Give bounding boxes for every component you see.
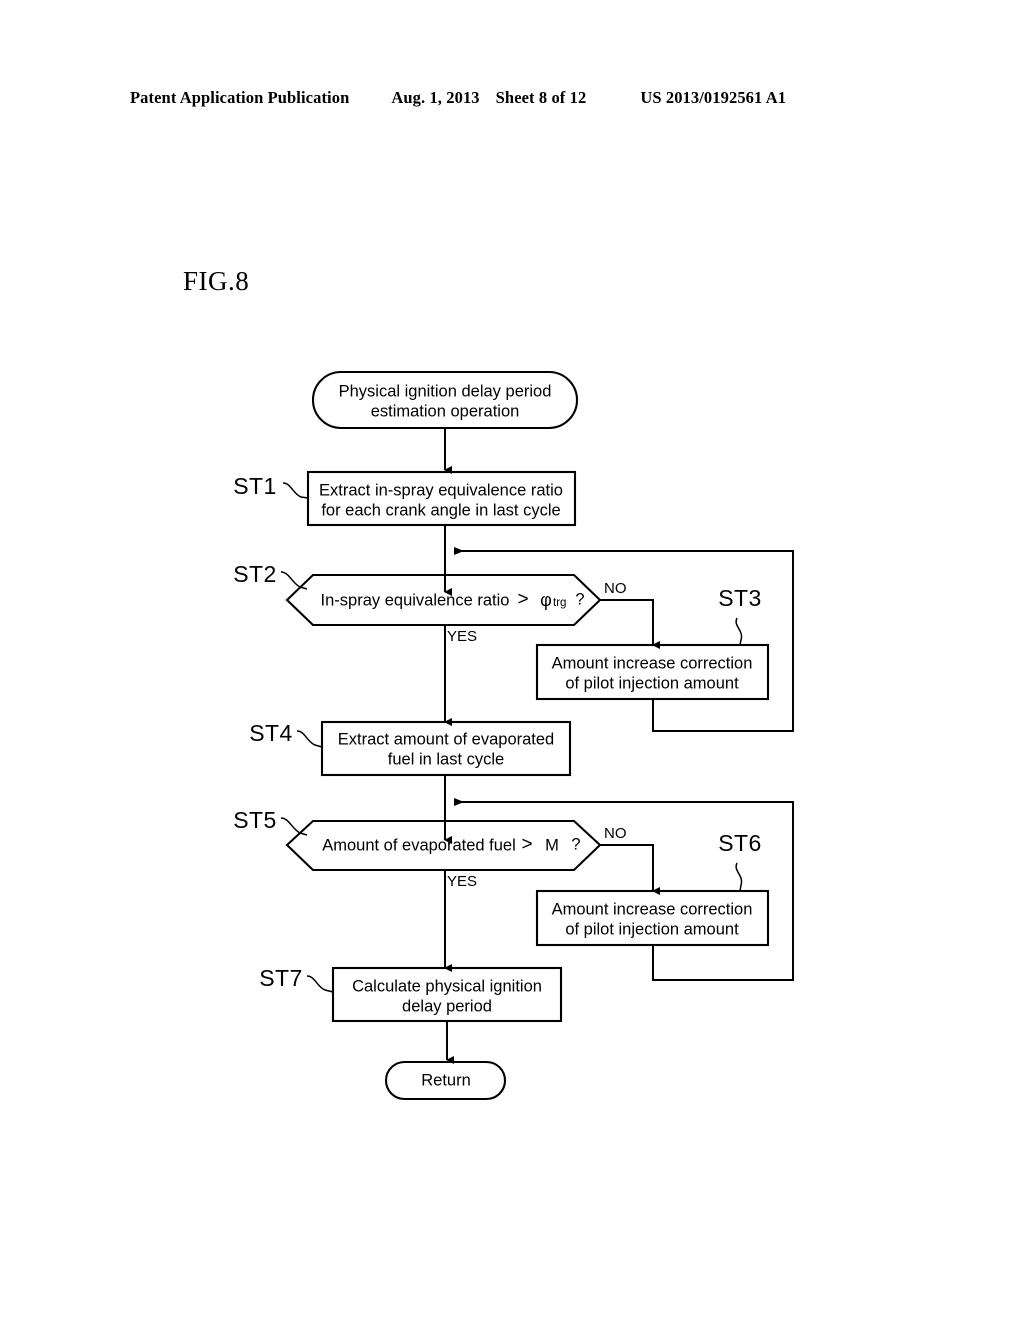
leader-st1 — [282, 482, 309, 499]
st6-label-line2: of pilot injection amount — [565, 920, 739, 938]
connector-st3-feedback-loop — [454, 547, 794, 732]
leader-st6 — [735, 862, 743, 892]
st2-question-mark: ? — [575, 590, 584, 608]
step-label-st6: ST6 — [718, 830, 761, 856]
connector-st5-no-to-st6 — [600, 844, 660, 895]
node-return: Return — [384, 1060, 507, 1101]
flowchart-diagram: Physical ignition delay period estimatio… — [233, 370, 794, 1101]
st2-condition-text: In-spray equivalence ratio — [321, 591, 510, 609]
leader-st5 — [280, 817, 308, 836]
st2-phi-symbol: φ — [540, 590, 552, 610]
start-label-line2: estimation operation — [371, 402, 520, 420]
st3-label-line2: of pilot injection amount — [565, 674, 739, 692]
st5-yes-label: YES — [447, 873, 477, 890]
leader-st4 — [296, 730, 323, 748]
st6-label-line1: Amount increase correction — [552, 900, 753, 918]
node-st2: In-spray equivalence ratio > φ trg ? — [285, 573, 602, 627]
node-st5: Amount of evaporated fuel > M ? — [285, 819, 602, 872]
st1-label-line1: Extract in-spray equivalence ratio — [319, 481, 563, 499]
node-st1: Extract in-spray equivalence ratio for e… — [306, 470, 577, 527]
st5-question-mark: ? — [571, 835, 580, 853]
node-st6: Amount increase correction of pilot inje… — [535, 889, 770, 947]
st7-label-line1: Calculate physical ignition — [352, 977, 542, 995]
st3-label-line1: Amount increase correction — [552, 654, 753, 672]
st5-operator: > — [521, 834, 532, 855]
leader-st2 — [280, 571, 308, 590]
st4-label-line1: Extract amount of evaporated — [338, 730, 554, 748]
start-label-line1: Physical ignition delay period — [339, 382, 552, 400]
st1-label-line2: for each crank angle in last cycle — [321, 501, 560, 519]
connector-st2-no-to-st3 — [600, 599, 660, 649]
step-label-st5: ST5 — [233, 807, 276, 833]
st2-yes-label: YES — [447, 628, 477, 645]
node-st3: Amount increase correction of pilot inje… — [535, 643, 770, 701]
return-label: Return — [421, 1071, 471, 1089]
step-label-st7: ST7 — [259, 965, 302, 991]
node-st4: Extract amount of evaporated fuel in las… — [320, 720, 572, 777]
patent-page: Patent Application Publication Aug. 1, 2… — [0, 0, 1024, 1320]
step-label-st1: ST1 — [233, 473, 276, 499]
st5-condition-text: Amount of evaporated fuel — [322, 836, 516, 854]
node-start: Physical ignition delay period estimatio… — [311, 370, 579, 430]
leader-st7 — [306, 975, 334, 993]
step-label-st3: ST3 — [718, 585, 761, 611]
st5-threshold-symbol: M — [545, 836, 559, 854]
step-label-st4: ST4 — [249, 720, 292, 746]
st5-no-label: NO — [604, 825, 627, 842]
node-st7: Calculate physical ignition delay period — [331, 966, 563, 1023]
step-label-st2: ST2 — [233, 561, 276, 587]
leader-st3 — [735, 617, 743, 646]
st2-no-label: NO — [604, 580, 627, 597]
st2-phi-subscript: trg — [553, 597, 566, 609]
st7-label-line2: delay period — [402, 997, 492, 1015]
st4-label-line2: fuel in last cycle — [388, 750, 504, 768]
st2-operator: > — [517, 589, 528, 610]
